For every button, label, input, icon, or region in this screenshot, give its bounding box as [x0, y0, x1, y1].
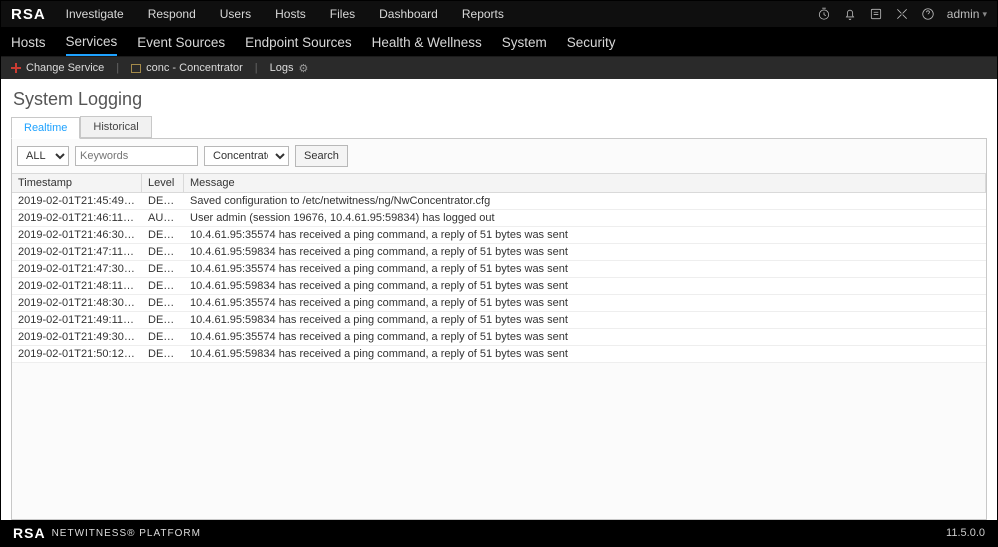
table-body: 2019-02-01T21:45:49.000DEBUGSaved config… [12, 193, 986, 363]
cell-message: 10.4.61.95:35574 has received a ping com… [184, 329, 986, 345]
page-title: System Logging [13, 89, 987, 110]
tools-icon[interactable] [895, 7, 909, 21]
table-header: Timestamp Level Message [12, 174, 986, 193]
source-select[interactable]: Concentrator [204, 146, 289, 166]
cell-timestamp: 2019-02-01T21:46:11.000 [12, 210, 142, 226]
separator: | [116, 62, 119, 74]
cell-message: 10.4.61.95:59834 has received a ping com… [184, 312, 986, 328]
cell-message: 10.4.61.95:59834 has received a ping com… [184, 278, 986, 294]
brand-logo: RSA [11, 6, 46, 23]
bell-icon[interactable] [843, 7, 857, 21]
col-timestamp[interactable]: Timestamp [12, 174, 142, 192]
subnav-endpoint-sources[interactable]: Endpoint Sources [245, 28, 352, 55]
keywords-input[interactable] [75, 146, 198, 166]
col-level[interactable]: Level [142, 174, 184, 192]
footer-version: 11.5.0.0 [946, 527, 985, 539]
table-row[interactable]: 2019-02-01T21:50:12.000DEBUG10.4.61.95:5… [12, 346, 986, 363]
cell-message: 10.4.61.95:35574 has received a ping com… [184, 227, 986, 243]
search-button[interactable]: Search [295, 145, 348, 167]
table-row[interactable]: 2019-02-01T21:47:30.000DEBUG10.4.61.95:3… [12, 261, 986, 278]
footer-brand-sub: NETWITNESS® PLATFORM [52, 528, 201, 539]
logs-label: Logs [270, 62, 294, 74]
cell-timestamp: 2019-02-01T21:49:11.000 [12, 312, 142, 328]
subnav-system[interactable]: System [502, 28, 547, 55]
help-icon[interactable] [921, 7, 935, 21]
log-panel: ALL Concentrator Search Timestamp Level … [11, 138, 987, 520]
footer: RSA NETWITNESS® PLATFORM 11.5.0.0 [1, 520, 997, 546]
subnav-security[interactable]: Security [567, 28, 616, 55]
nav-files[interactable]: Files [330, 7, 355, 21]
logs-menu[interactable]: Logs ⚙ [270, 62, 309, 75]
cell-message: Saved configuration to /etc/netwitness/n… [184, 193, 986, 209]
col-message[interactable]: Message [184, 174, 986, 192]
cell-level: DEBUG [142, 346, 184, 362]
timer-icon[interactable] [817, 7, 831, 21]
top-nav-right: admin ▾ [817, 7, 987, 21]
table-row[interactable]: 2019-02-01T21:46:30.000DEBUG10.4.61.95:3… [12, 227, 986, 244]
cell-message: 10.4.61.95:59834 has received a ping com… [184, 346, 986, 362]
table-row[interactable]: 2019-02-01T21:45:49.000DEBUGSaved config… [12, 193, 986, 210]
subnav-services[interactable]: Services [66, 27, 118, 56]
cell-level: DEBUG [142, 329, 184, 345]
jobs-icon[interactable] [869, 7, 883, 21]
cell-level: DEBUG [142, 295, 184, 311]
nav-investigate[interactable]: Investigate [66, 7, 124, 21]
subnav-hosts[interactable]: Hosts [11, 28, 46, 55]
cell-timestamp: 2019-02-01T21:48:11.000 [12, 278, 142, 294]
change-service-button[interactable]: Change Service [11, 62, 104, 74]
subnav-health-wellness[interactable]: Health & Wellness [372, 28, 482, 55]
cell-message: 10.4.61.95:35574 has received a ping com… [184, 295, 986, 311]
cell-timestamp: 2019-02-01T21:46:30.000 [12, 227, 142, 243]
table-row[interactable]: 2019-02-01T21:48:30.000DEBUG10.4.61.95:3… [12, 295, 986, 312]
tab-historical[interactable]: Historical [80, 116, 151, 138]
level-select[interactable]: ALL [17, 146, 69, 166]
breadcrumb-bar: Change Service | conc - Concentrator | L… [1, 57, 997, 79]
table-row[interactable]: 2019-02-01T21:49:11.000DEBUG10.4.61.95:5… [12, 312, 986, 329]
filter-row: ALL Concentrator Search [12, 139, 986, 173]
cell-level: DEBUG [142, 312, 184, 328]
nav-users[interactable]: Users [220, 7, 251, 21]
service-label: conc - Concentrator [146, 62, 243, 74]
cell-timestamp: 2019-02-01T21:47:30.000 [12, 261, 142, 277]
chevron-down-icon: ▾ [982, 9, 987, 20]
cell-message: 10.4.61.95:35574 has received a ping com… [184, 261, 986, 277]
cell-level: DEBUG [142, 261, 184, 277]
change-service-label: Change Service [26, 62, 104, 74]
separator: | [255, 62, 258, 74]
nav-reports[interactable]: Reports [462, 7, 504, 21]
log-table: Timestamp Level Message 2019-02-01T21:45… [12, 173, 986, 519]
cell-level: AUDIT [142, 210, 184, 226]
table-row[interactable]: 2019-02-01T21:49:30.000DEBUG10.4.61.95:3… [12, 329, 986, 346]
change-service-icon [11, 63, 21, 73]
cell-timestamp: 2019-02-01T21:45:49.000 [12, 193, 142, 209]
table-row[interactable]: 2019-02-01T21:48:11.000DEBUG10.4.61.95:5… [12, 278, 986, 295]
cell-level: DEBUG [142, 227, 184, 243]
gear-icon: ⚙ [298, 62, 308, 75]
subnav-event-sources[interactable]: Event Sources [137, 28, 225, 55]
nav-hosts[interactable]: Hosts [275, 7, 306, 21]
cell-timestamp: 2019-02-01T21:48:30.000 [12, 295, 142, 311]
sub-nav: Hosts Services Event Sources Endpoint So… [1, 27, 997, 57]
table-row[interactable]: 2019-02-01T21:46:11.000AUDITUser admin (… [12, 210, 986, 227]
nav-respond[interactable]: Respond [148, 7, 196, 21]
cell-level: DEBUG [142, 244, 184, 260]
cell-timestamp: 2019-02-01T21:47:11.000 [12, 244, 142, 260]
cell-level: DEBUG [142, 278, 184, 294]
tabs: Realtime Historical [11, 116, 987, 138]
footer-brand: RSA [13, 525, 46, 541]
main-panel: System Logging Realtime Historical ALL C… [1, 79, 997, 520]
cell-timestamp: 2019-02-01T21:50:12.000 [12, 346, 142, 362]
top-nav: RSA Investigate Respond Users Hosts File… [1, 1, 997, 27]
cell-message: User admin (session 19676, 10.4.61.95:59… [184, 210, 986, 226]
tab-realtime[interactable]: Realtime [11, 117, 80, 139]
user-menu[interactable]: admin ▾ [947, 7, 987, 21]
current-service[interactable]: conc - Concentrator [131, 62, 243, 74]
nav-dashboard[interactable]: Dashboard [379, 7, 438, 21]
user-label: admin [947, 7, 980, 21]
table-row[interactable]: 2019-02-01T21:47:11.000DEBUG10.4.61.95:5… [12, 244, 986, 261]
service-icon [131, 64, 141, 73]
cell-message: 10.4.61.95:59834 has received a ping com… [184, 244, 986, 260]
cell-timestamp: 2019-02-01T21:49:30.000 [12, 329, 142, 345]
cell-level: DEBUG [142, 193, 184, 209]
